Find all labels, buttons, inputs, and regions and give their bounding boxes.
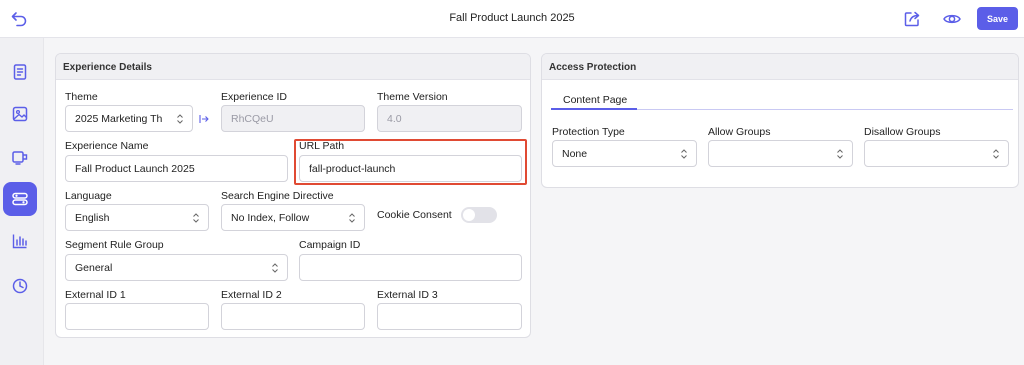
segment-rule-group-label: Segment Rule Group	[65, 239, 164, 251]
allow-groups-label: Allow Groups	[708, 126, 771, 138]
sidebar-item-device[interactable]	[3, 140, 37, 174]
sidebar-item-image[interactable]	[3, 97, 37, 131]
sidebar	[0, 38, 44, 365]
external-id-3-input[interactable]	[377, 303, 522, 330]
protection-type-value: None	[562, 147, 588, 160]
history-icon	[12, 278, 28, 294]
language-label: Language	[65, 190, 112, 202]
disallow-groups-select[interactable]	[864, 140, 1009, 167]
theme-version-label: Theme Version	[377, 91, 448, 103]
external-id-1-label: External ID 1	[65, 289, 126, 301]
chevron-updown-icon	[681, 149, 687, 159]
experience-id-field: RhCQeU	[221, 105, 365, 132]
eye-preview-icon[interactable]	[942, 9, 962, 29]
language-value: English	[75, 211, 110, 224]
experience-details-header: Experience Details	[56, 54, 530, 80]
campaign-id-label: Campaign ID	[299, 239, 361, 251]
save-button[interactable]: Save	[977, 7, 1018, 30]
theme-value: 2025 Marketing Th	[75, 112, 163, 125]
access-protection-panel: Access Protection	[541, 53, 1019, 188]
tab-content-page[interactable]: Content Page	[563, 94, 627, 106]
campaign-id-input[interactable]	[299, 254, 522, 281]
experience-name-label: Experience Name	[65, 140, 149, 152]
experience-name-value: Fall Product Launch 2025	[75, 162, 195, 175]
external-id-1-input[interactable]	[65, 303, 209, 330]
protection-type-label: Protection Type	[552, 126, 625, 138]
cookie-consent-toggle[interactable]	[461, 207, 497, 223]
document-icon	[13, 64, 27, 80]
access-protection-header: Access Protection	[542, 54, 1018, 80]
search-engine-value: No Index, Follow	[231, 211, 310, 224]
settings-toggles-icon	[12, 192, 28, 206]
protection-type-select[interactable]: None	[552, 140, 697, 167]
external-link-icon[interactable]	[199, 114, 209, 124]
theme-version-field: 4.0	[377, 105, 522, 132]
disallow-groups-label: Disallow Groups	[864, 126, 941, 138]
chevron-updown-icon	[993, 149, 999, 159]
chevron-updown-icon	[837, 149, 843, 159]
theme-version-value: 4.0	[387, 112, 402, 125]
chevron-updown-icon	[272, 263, 278, 273]
url-path-value: fall-product-launch	[309, 162, 396, 175]
search-engine-label: Search Engine Directive	[221, 190, 334, 202]
chevron-updown-icon	[193, 213, 199, 223]
external-id-3-label: External ID 3	[377, 289, 438, 301]
sidebar-item-document[interactable]	[3, 55, 37, 89]
share-icon[interactable]	[902, 9, 922, 29]
toggle-knob	[463, 209, 475, 221]
external-id-2-input[interactable]	[221, 303, 365, 330]
experience-id-value: RhCQeU	[231, 112, 274, 125]
bar-chart-icon	[12, 234, 27, 249]
language-select[interactable]: English	[65, 204, 209, 231]
url-path-input[interactable]: fall-product-launch	[299, 155, 522, 182]
segment-rule-group-select[interactable]: General	[65, 254, 288, 281]
page-title: Fall Product Launch 2025	[449, 12, 575, 24]
experience-name-input[interactable]: Fall Product Launch 2025	[65, 155, 288, 182]
sidebar-item-settings[interactable]	[3, 182, 37, 216]
theme-select[interactable]: 2025 Marketing Th	[65, 105, 193, 132]
top-bar: Fall Product Launch 2025 Save	[0, 0, 1024, 38]
sidebar-item-analytics[interactable]	[3, 224, 37, 258]
theme-label: Theme	[65, 91, 98, 103]
image-icon	[12, 106, 28, 122]
search-engine-select[interactable]: No Index, Follow	[221, 204, 365, 231]
segment-rule-group-value: General	[75, 261, 113, 274]
cookie-consent-label: Cookie Consent	[377, 209, 452, 221]
device-icon	[12, 151, 28, 165]
allow-groups-select[interactable]	[708, 140, 853, 167]
url-path-label: URL Path	[299, 140, 345, 152]
active-tab-indicator	[551, 108, 637, 110]
chevron-updown-icon	[177, 114, 183, 124]
external-id-2-label: External ID 2	[221, 289, 282, 301]
sidebar-item-history[interactable]	[3, 269, 37, 303]
chevron-updown-icon	[349, 213, 355, 223]
experience-id-label: Experience ID	[221, 91, 287, 103]
